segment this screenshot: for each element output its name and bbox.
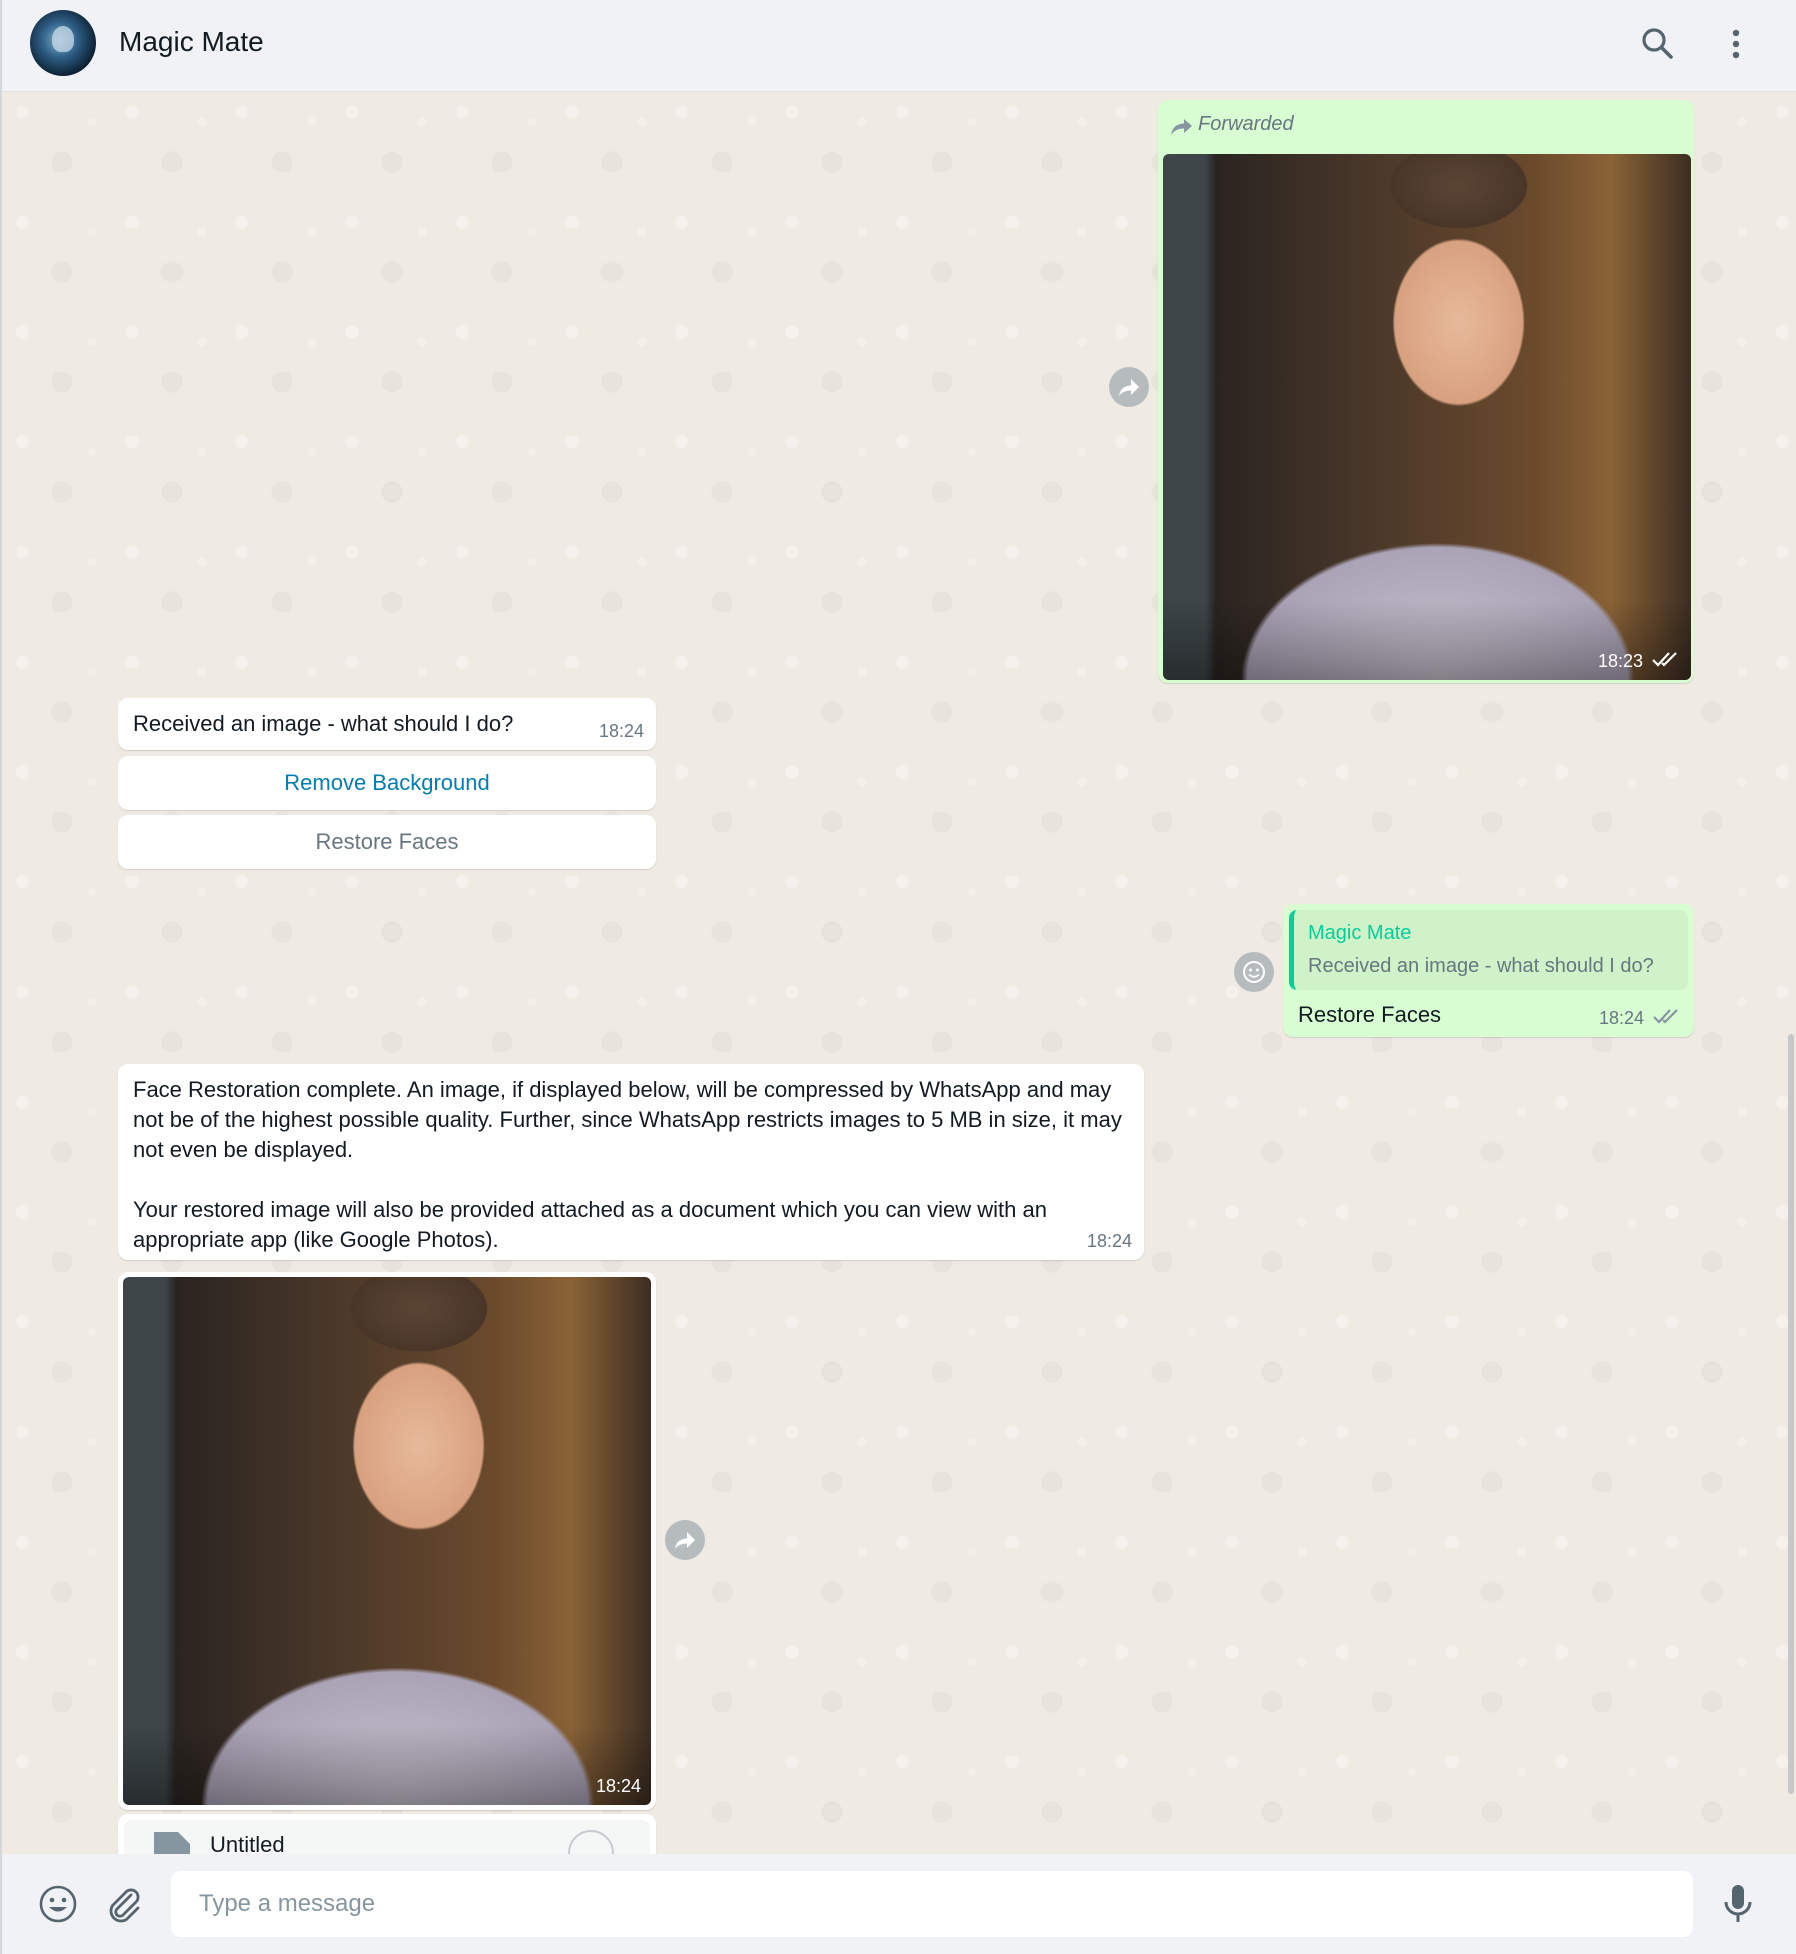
message-composer — [2, 1854, 1796, 1954]
message-time: 18:24 — [1598, 1008, 1644, 1028]
incoming-image-message[interactable]: 18:24 — [118, 1272, 656, 1810]
incoming-text-message[interactable]: Received an image - what should I do? 18… — [118, 698, 656, 750]
quoted-text: Received an image - what should I do? — [1308, 955, 1654, 977]
restore-faces-button[interactable]: Restore Faces — [118, 815, 656, 869]
whatsapp-chat-window: Magic Mate Forwarded 18:23 Received an i… — [0, 0, 1796, 1954]
message-text: Restore Faces — [1298, 1002, 1442, 1027]
reaction-button[interactable] — [1234, 952, 1274, 992]
outgoing-image-message[interactable]: Forwarded 18:23 — [1158, 100, 1694, 683]
microphone-icon[interactable] — [1720, 1882, 1756, 1926]
message-text: Face Restoration complete. An image, if … — [133, 1075, 1133, 1255]
remove-background-button[interactable]: Remove Background — [118, 756, 656, 810]
paperclip-icon[interactable] — [104, 1884, 144, 1924]
message-time: 18:23 — [1597, 651, 1643, 671]
forwarded-label: Forwarded — [1198, 113, 1294, 135]
more-vertical-icon[interactable] — [1718, 24, 1754, 64]
forward-button[interactable] — [665, 1520, 705, 1560]
message-time: 18:24 — [1086, 1231, 1132, 1251]
message-paragraph: Face Restoration complete. An image, if … — [133, 1077, 1122, 1162]
search-icon[interactable] — [1638, 24, 1678, 64]
chat-messages-area[interactable]: Forwarded 18:23 Received an image - what… — [2, 92, 1796, 1894]
double-check-icon — [1653, 1009, 1678, 1024]
message-time: 18:24 — [595, 1776, 641, 1796]
incoming-text-message[interactable]: Face Restoration complete. An image, if … — [118, 1064, 1144, 1260]
forwarded-photo[interactable]: 18:23 — [1163, 154, 1691, 680]
share-icon — [1119, 379, 1139, 396]
message-input[interactable] — [171, 1871, 1693, 1937]
contact-name[interactable]: Magic Mate — [119, 26, 264, 58]
contact-avatar[interactable] — [30, 10, 96, 76]
emoji-icon[interactable] — [38, 1884, 78, 1924]
forward-arrow-icon — [1171, 119, 1192, 135]
message-time: 18:24 — [598, 721, 644, 741]
restored-photo[interactable]: 18:24 — [123, 1277, 651, 1805]
message-paragraph: Your restored image will also be provide… — [133, 1197, 1047, 1252]
scrollbar-thumb[interactable] — [1788, 1034, 1794, 1794]
forward-button[interactable] — [1109, 367, 1149, 407]
message-text: Received an image - what should I do? — [133, 711, 514, 736]
quoted-message[interactable]: Magic Mate Received an image - what shou… — [1289, 910, 1688, 990]
share-icon — [675, 1532, 695, 1549]
quoted-author: Magic Mate — [1308, 922, 1412, 944]
outgoing-reply-message[interactable]: Magic Mate Received an image - what shou… — [1283, 904, 1694, 1037]
chat-header: Magic Mate — [2, 0, 1796, 92]
double-check-icon — [1652, 652, 1677, 667]
emoji-reaction-icon — [1243, 961, 1265, 983]
chat-scrollbar[interactable] — [1786, 92, 1796, 1854]
